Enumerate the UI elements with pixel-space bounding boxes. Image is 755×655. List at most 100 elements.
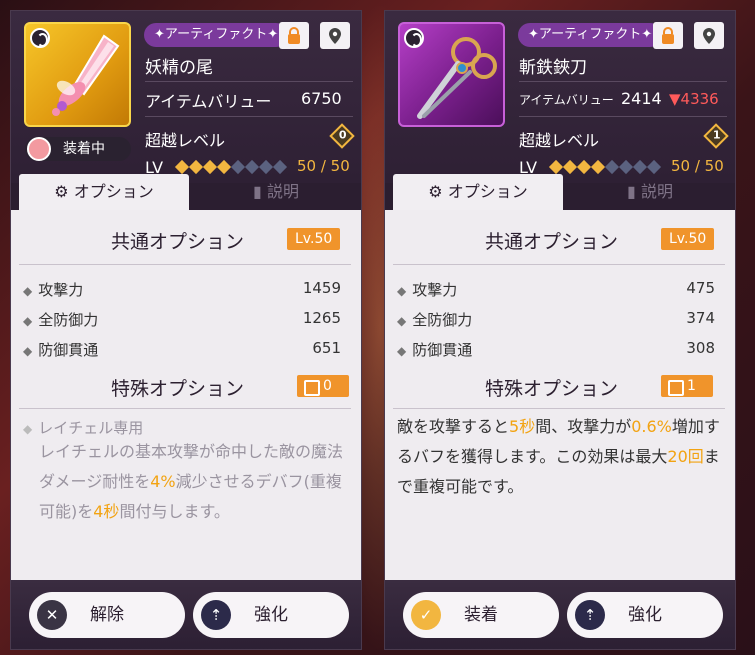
stat-value: 374 bbox=[686, 309, 715, 327]
level-diamond bbox=[174, 159, 190, 175]
equipped-label: 装着中 bbox=[63, 141, 105, 157]
stat-value: 308 bbox=[686, 339, 715, 357]
desc-text: 間、攻撃力が bbox=[535, 417, 632, 436]
artifact-tag: ✦アーティファクト✦ bbox=[144, 23, 289, 47]
stat-name: 全防御力 bbox=[397, 309, 472, 330]
footer-actions: ✓ 装着 ⇡ 強化 bbox=[385, 580, 735, 649]
level-diamond bbox=[548, 159, 564, 175]
lv-value: 50 / 50 bbox=[297, 157, 350, 175]
equip-button[interactable]: ✓ 装着 bbox=[403, 592, 559, 638]
stat-value: 1459 bbox=[302, 279, 341, 297]
equipped-badge: 装着中 bbox=[25, 137, 131, 161]
level-diamond bbox=[618, 159, 634, 175]
ornament-divider bbox=[393, 264, 725, 265]
enhance-icon: ⇡ bbox=[575, 600, 605, 630]
character-avatar bbox=[27, 137, 51, 161]
ornament-divider bbox=[393, 408, 725, 409]
close-icon: ✕ bbox=[37, 600, 67, 630]
level-diamond bbox=[202, 159, 218, 175]
item-header: ✦アーティファクト✦ 妖精の尾 アイテムバリュー 6750 超越レベル 0 装着… bbox=[11, 11, 361, 210]
common-option-title: 共通オプション bbox=[111, 231, 245, 253]
item-thumbnail[interactable] bbox=[24, 22, 131, 127]
enhance-button[interactable]: ⇡ 強化 bbox=[567, 592, 723, 638]
level-diamond bbox=[188, 159, 204, 175]
map-pin-icon bbox=[329, 27, 341, 44]
common-option-level: Lv.50 bbox=[287, 228, 341, 250]
stat-name: 全防御力 bbox=[23, 309, 98, 330]
unequip-button[interactable]: ✕ 解除 bbox=[29, 592, 185, 638]
enhance-button[interactable]: ⇡ 強化 bbox=[193, 592, 349, 638]
tab-options[interactable]: ⚙ オプション bbox=[393, 174, 563, 210]
button-label: 強化 bbox=[254, 605, 288, 625]
tab-label: オプション bbox=[73, 182, 154, 201]
desc-highlight: 4% bbox=[150, 472, 176, 491]
level-diamond bbox=[632, 159, 648, 175]
tab-description[interactable]: ▮ 説明 bbox=[575, 174, 725, 210]
item-value-label: アイテムバリュー bbox=[519, 93, 614, 107]
button-label: 装着 bbox=[464, 605, 498, 625]
lock-button[interactable] bbox=[653, 22, 683, 49]
stat-name: 防御貫通 bbox=[23, 339, 98, 360]
desc-highlight: 5秒 bbox=[509, 417, 536, 436]
special-option-count: 0 bbox=[297, 375, 349, 397]
button-label: 強化 bbox=[628, 605, 662, 625]
scissors-icon bbox=[417, 37, 497, 119]
options-body: 共通オプション Lv.50 攻撃力 475 全防御力 374 防御貫通 308 … bbox=[385, 210, 735, 580]
options-body: 共通オプション Lv.50 攻撃力 1459 全防御力 1265 防御貫通 65… bbox=[11, 210, 361, 580]
level-diamond bbox=[258, 159, 274, 175]
special-option-count: 1 bbox=[661, 375, 713, 397]
rank-value: 1 bbox=[712, 128, 721, 142]
level-diamond bbox=[590, 159, 606, 175]
rank-value: 0 bbox=[338, 128, 347, 142]
desc-text: 敵を攻撃すると bbox=[397, 417, 510, 436]
item-value: 6750 bbox=[301, 89, 342, 108]
scroll-fade bbox=[11, 540, 361, 580]
lock-icon bbox=[662, 26, 674, 44]
item-header: ✦アーティファクト✦ 斬鉄鋏刀 アイテムバリュー 2414 ▼4336 超越レベ… bbox=[385, 11, 735, 210]
stat-name: 攻撃力 bbox=[397, 279, 457, 300]
divider bbox=[519, 81, 727, 82]
tab-description[interactable]: ▮ 説明 bbox=[201, 174, 351, 210]
tab-label: オプション bbox=[447, 182, 528, 201]
stat-value: 651 bbox=[312, 339, 341, 357]
special-option-description: レイチェルの基本攻撃が命中した敵の魔法ダメージ耐性を4%減少させるデバフ(重複可… bbox=[39, 437, 353, 527]
divider bbox=[145, 81, 353, 82]
item-name: 妖精の尾 bbox=[145, 58, 213, 78]
stat-value: 1265 bbox=[302, 309, 341, 327]
common-option-level: Lv.50 bbox=[661, 228, 715, 250]
rank-label: 超越レベル bbox=[145, 131, 226, 150]
lock-button[interactable] bbox=[279, 22, 309, 49]
item-value-label: アイテムバリュー bbox=[145, 92, 272, 111]
special-option-item: レイチェル専用 bbox=[23, 417, 143, 438]
special-option-description: 敵を攻撃すると5秒間、攻撃力が0.6%増加するバフを獲得します。この効果は最大2… bbox=[397, 412, 727, 502]
item-panel-right: ✦アーティファクト✦ 斬鉄鋏刀 アイテムバリュー 2414 ▼4336 超越レベ… bbox=[384, 10, 736, 650]
special-option-title: 特殊オプション bbox=[111, 378, 245, 400]
tab-options[interactable]: ⚙ オプション bbox=[19, 174, 189, 210]
lv-value: 50 / 50 bbox=[671, 157, 724, 175]
item-value: 2414 bbox=[621, 89, 662, 108]
rank-badge: 0 bbox=[329, 123, 355, 149]
value-diff-number: 4336 bbox=[680, 90, 719, 108]
button-label: 解除 bbox=[90, 605, 124, 625]
common-option-title: 共通オプション bbox=[485, 231, 619, 253]
stat-name: 攻撃力 bbox=[23, 279, 83, 300]
location-button[interactable] bbox=[320, 22, 350, 49]
level-diamond bbox=[646, 159, 662, 175]
ornament-divider bbox=[19, 264, 351, 265]
divider bbox=[145, 116, 353, 117]
desc-highlight: 4秒 bbox=[93, 502, 120, 521]
desc-highlight: 0.6% bbox=[631, 417, 672, 436]
special-option-title: 特殊オプション bbox=[485, 378, 619, 400]
location-button[interactable] bbox=[694, 22, 724, 49]
item-thumbnail[interactable] bbox=[398, 22, 505, 127]
lock-icon bbox=[288, 26, 300, 44]
map-pin-icon bbox=[703, 27, 715, 44]
enhance-icon: ⇡ bbox=[201, 600, 231, 630]
tab-label: 説明 bbox=[266, 182, 299, 201]
rank-label: 超越レベル bbox=[519, 131, 600, 150]
ornament-divider bbox=[19, 408, 351, 409]
level-diamond bbox=[604, 159, 620, 175]
level-diamond bbox=[272, 159, 288, 175]
stat-value: 475 bbox=[686, 279, 715, 297]
item-panel-left: ✦アーティファクト✦ 妖精の尾 アイテムバリュー 6750 超越レベル 0 装着… bbox=[10, 10, 362, 650]
